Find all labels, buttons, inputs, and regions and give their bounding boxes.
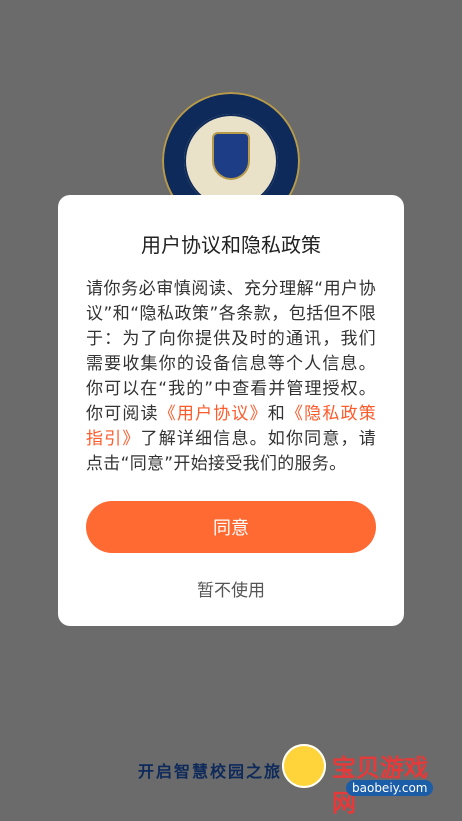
- watermark-url: baobeiy.com: [346, 780, 434, 796]
- dialog-title: 用户协议和隐私政策: [141, 233, 321, 257]
- body-text-2: 和: [267, 404, 286, 424]
- user-agreement-link[interactable]: 《用户协议》: [159, 404, 268, 424]
- dialog-body: 请你务必审慎阅读、充分理解“用户协议”和“隐私政策”各条款，包括但不限于：为了向…: [86, 277, 376, 477]
- gamepad-icon: [282, 744, 326, 788]
- body-text-1: 请你务必审慎阅读、充分理解“用户协议”和“隐私政策”各条款，包括但不限于：为了向…: [86, 279, 376, 424]
- logo-emblem: [184, 114, 278, 208]
- privacy-dialog: 用户协议和隐私政策 请你务必审慎阅读、充分理解“用户协议”和“隐私政策”各条款，…: [58, 195, 404, 626]
- shield-icon: [214, 134, 248, 178]
- agree-button[interactable]: 同意: [86, 501, 376, 553]
- site-watermark: 宝贝游戏网 baobeiy.com: [282, 736, 434, 817]
- decline-button[interactable]: 暂不使用: [86, 573, 376, 603]
